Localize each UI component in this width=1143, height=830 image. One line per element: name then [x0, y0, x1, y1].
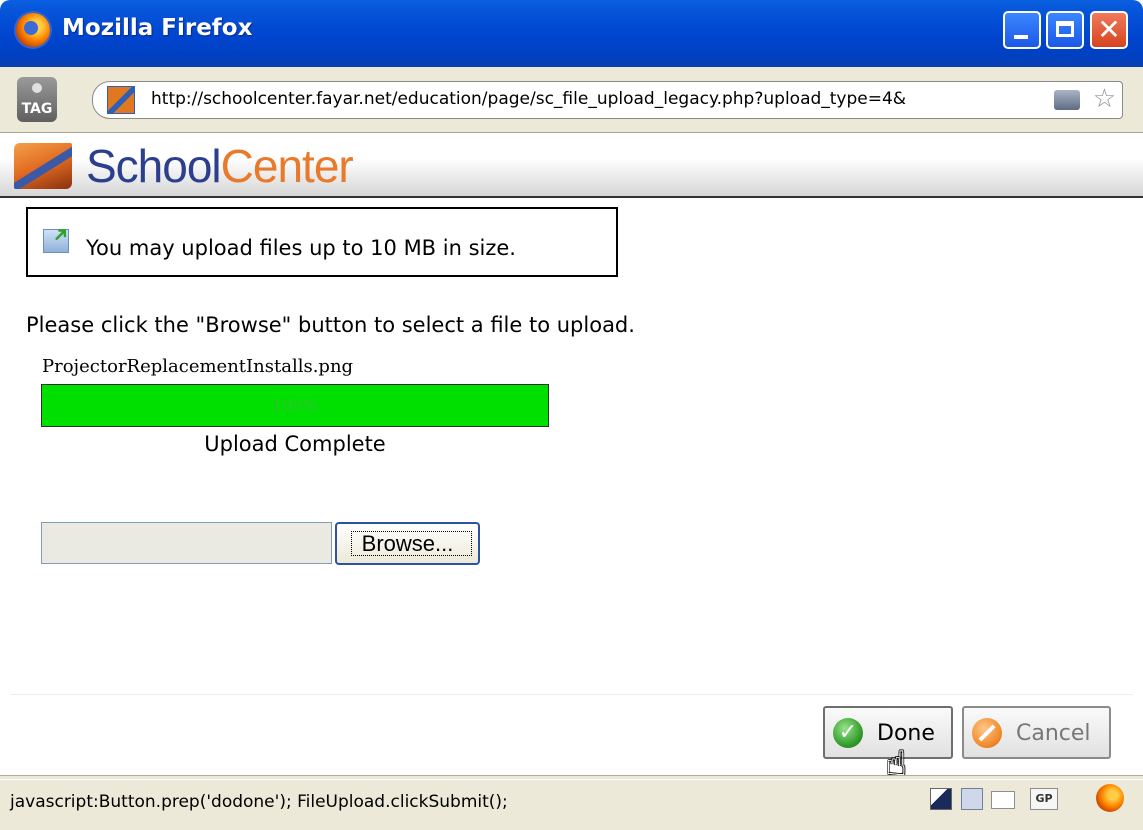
close-icon: ✕ — [1097, 13, 1121, 46]
logo-text-school: School — [86, 140, 222, 192]
address-toolbar: TAG http://schoolcenter.fayar.net/educat… — [0, 67, 1143, 133]
addon-grid-icon[interactable] — [961, 788, 983, 810]
checkmark-icon: ✓ — [833, 718, 863, 748]
upload-status: Upload Complete — [204, 432, 386, 456]
file-path-input[interactable] — [41, 522, 332, 564]
minimize-button[interactable] — [1003, 11, 1041, 49]
browse-button[interactable]: Browse... — [335, 522, 480, 565]
upload-info-box: You may upload files up to 10 MB in size… — [26, 207, 618, 277]
url-bar[interactable]: http://schoolcenter.fayar.net/education/… — [92, 81, 1123, 119]
footer-divider — [10, 694, 1133, 695]
logo-text-center: Center — [220, 140, 354, 192]
upload-instruction: Please click the "Browse" button to sele… — [26, 313, 635, 337]
cancel-icon — [972, 718, 1002, 748]
gp-icon[interactable]: GP — [1030, 788, 1058, 810]
firefox-status-icon[interactable] — [1096, 784, 1124, 812]
upload-progress-bar: 100% — [41, 384, 549, 427]
window-titlebar[interactable]: Mozilla Firefox ✕ — [0, 0, 1143, 67]
window-title: Mozilla Firefox — [62, 15, 253, 41]
url-text[interactable]: http://schoolcenter.fayar.net/education/… — [151, 89, 906, 109]
mail-icon[interactable] — [991, 791, 1015, 809]
firefox-icon — [16, 13, 50, 47]
schoolcenter-favicon — [107, 86, 135, 114]
status-text: javascript:Button.prep('dodone'); FileUp… — [10, 792, 508, 812]
uploaded-filename: ProjectorReplacementInstalls.png — [42, 356, 354, 377]
page-info-icon[interactable] — [930, 788, 952, 810]
browser-statusbar: javascript:Button.prep('dodone'); FileUp… — [0, 775, 1143, 830]
maximize-button[interactable] — [1046, 11, 1084, 49]
rss-icon[interactable] — [1054, 90, 1080, 110]
schoolcenter-header: SchoolCenter — [0, 133, 1143, 198]
upload-size-info: You may upload files up to 10 MB in size… — [86, 236, 516, 260]
tag-icon[interactable]: TAG — [17, 77, 57, 122]
close-button[interactable]: ✕ — [1090, 11, 1128, 49]
cancel-button[interactable]: Cancel — [962, 706, 1111, 759]
browse-label: Browse... — [361, 531, 454, 556]
cancel-label: Cancel — [1016, 721, 1091, 746]
schoolcenter-logo: SchoolCenter — [86, 139, 354, 193]
progress-label: 100% — [272, 396, 318, 415]
bookmark-star-icon[interactable]: ☆ — [1093, 84, 1116, 114]
upload-icon — [43, 229, 69, 253]
minimize-icon — [1014, 35, 1028, 39]
maximize-icon — [1056, 21, 1074, 37]
schoolcenter-logo-icon — [14, 143, 72, 189]
